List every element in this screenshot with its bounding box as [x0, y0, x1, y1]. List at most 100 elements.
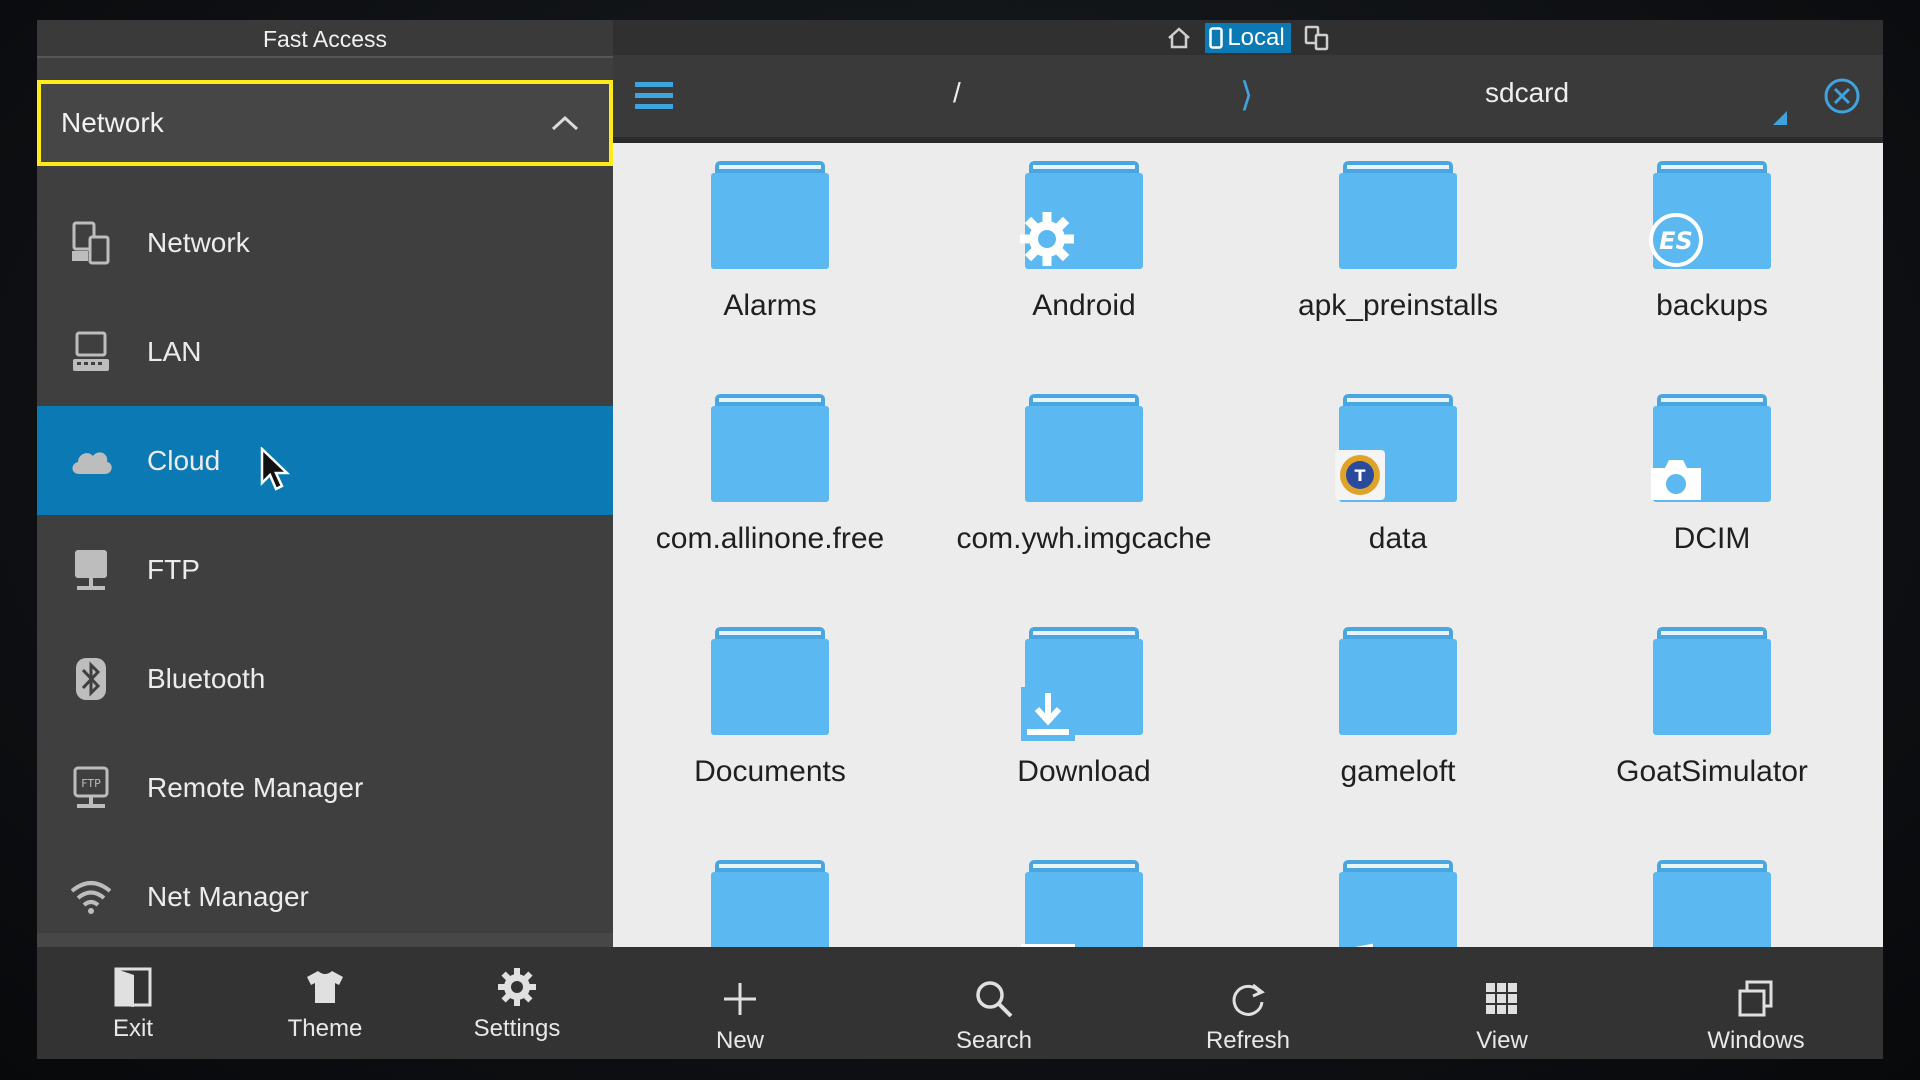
folder-item[interactable]: Android [927, 143, 1241, 343]
exit-button[interactable]: Exit [37, 947, 229, 1059]
folder-name: com.ywh.imgcache [956, 522, 1212, 555]
folder-icon [1020, 157, 1145, 273]
settings-button[interactable]: Settings [421, 947, 613, 1059]
network-menu: Network LAN Cloud FTP Bluetooth FTP Remo… [37, 188, 613, 951]
folder-name: Android [1032, 289, 1136, 322]
es-file-explorer-screen: Fast Access Network Network LAN Cloud FT… [37, 20, 1883, 1059]
theme-label: Theme [287, 1015, 363, 1042]
folder-item[interactable]: GoatSimulator [1555, 609, 1869, 809]
menu-item-cloud[interactable]: Cloud [37, 406, 613, 515]
folder-name: Alarms [723, 289, 817, 322]
menu-item-label: Net Manager [147, 880, 309, 912]
path-root[interactable]: / [953, 77, 961, 109]
grid-view-icon [1478, 975, 1526, 1023]
network-devices-icon[interactable] [1303, 24, 1331, 52]
phone-icon [1209, 26, 1224, 49]
folder-item[interactable]: ES backups [1555, 143, 1869, 343]
folder-item[interactable]: DCIM [1555, 376, 1869, 576]
menu-item-ftp[interactable]: FTP [37, 515, 613, 624]
svg-text:ES: ES [1659, 227, 1693, 255]
exit-icon [109, 963, 157, 1011]
mouse-cursor-icon [260, 446, 292, 498]
new-label: New [715, 1026, 764, 1054]
folder-name: Download [1017, 755, 1151, 788]
menu-item-label: Cloud [147, 444, 221, 476]
windows-button[interactable]: Windows [1629, 970, 1883, 1059]
folder-icon [1337, 623, 1459, 739]
folder-item[interactable]: Tdata [1241, 376, 1555, 576]
folder-name: gameloft [1340, 755, 1456, 788]
cloud-icon [67, 437, 115, 485]
plus-icon [716, 975, 764, 1023]
folder-item[interactable]: Download [927, 609, 1241, 809]
camera-badge-icon [1647, 456, 1705, 509]
folder-item[interactable]: gameloft [1241, 609, 1555, 809]
windows-label: Windows [1707, 1026, 1805, 1054]
folder-item[interactable]: com.ywh.imgcache [927, 376, 1241, 576]
fast-access-drawer: Fast Access Network Network LAN Cloud FT… [37, 20, 613, 1059]
file-browser-panel: Local / ⟩ sdcard Alarms Android apk_preins… [613, 20, 1883, 1059]
home-icon[interactable] [1165, 24, 1193, 52]
remote-manager-icon: FTP [67, 764, 115, 812]
folder-icon [1651, 390, 1773, 506]
folder-icon [1021, 623, 1145, 741]
refresh-button[interactable]: Refresh [1121, 970, 1375, 1059]
gear-badge-icon [1017, 209, 1077, 274]
path-separator-icon: ⟩ [1240, 76, 1254, 114]
menu-item-bluetooth[interactable]: Bluetooth [37, 624, 613, 733]
folder-name: GoatSimulator [1616, 755, 1808, 788]
folder-grid: Alarms Android apk_preinstalls ES backups com… [613, 143, 1883, 970]
folder-item[interactable]: com.allinone.free [613, 376, 927, 576]
network-icon [67, 219, 115, 267]
drawer-toolbar: Exit Theme Settings [37, 947, 613, 1059]
menu-item-label: Bluetooth [147, 662, 266, 694]
search-button[interactable]: Search [867, 970, 1121, 1059]
folder-icon [1023, 390, 1145, 506]
search-icon [970, 975, 1018, 1023]
download-badge-icon [1019, 685, 1077, 748]
refresh-icon [1224, 975, 1272, 1023]
folder-name: com.allinone.free [655, 522, 885, 555]
chevron-up-icon [535, 93, 595, 153]
local-tab[interactable]: Local [1205, 22, 1291, 53]
lan-icon [67, 328, 115, 376]
folder-item[interactable]: Alarms [613, 143, 927, 343]
folder-name: data [1368, 522, 1428, 555]
menu-item-label: Remote Manager [147, 771, 364, 803]
folder-name: DCIM [1673, 522, 1751, 555]
menu-item-label: FTP [147, 553, 200, 585]
main-toolbar: New Search Refresh View Windows [613, 970, 1883, 1059]
new-button[interactable]: New [613, 970, 867, 1059]
path-bar: / ⟩ sdcard [613, 55, 1883, 140]
path-current[interactable]: sdcard [1485, 77, 1569, 109]
folder-item[interactable]: apk_preinstalls [1241, 143, 1555, 343]
search-label: Search [955, 1026, 1033, 1054]
menu-item-label: LAN [147, 335, 202, 367]
folder-name: apk_preinstalls [1297, 289, 1499, 322]
local-tab-label: Local [1227, 23, 1285, 51]
view-label: View [1476, 1026, 1528, 1054]
menu-item-label: Network [147, 226, 250, 258]
view-button[interactable]: View [1375, 970, 1629, 1059]
network-section-header[interactable]: Network [37, 80, 613, 166]
menu-item-lan[interactable]: LAN [37, 297, 613, 406]
folder-name: Documents [694, 755, 846, 788]
wifi-icon [67, 873, 115, 921]
svg-text:FTP: FTP [81, 777, 101, 790]
hamburger-menu-icon[interactable] [635, 81, 673, 116]
close-icon[interactable] [1823, 77, 1861, 120]
drawer-title: Fast Access [37, 20, 613, 58]
menu-item-network[interactable]: Network [37, 188, 613, 297]
drawer-divider [37, 933, 613, 947]
svg-text:T: T [1355, 466, 1366, 485]
path-dropdown-icon[interactable] [1773, 111, 1787, 125]
window-tabs-bar: Local [613, 20, 1883, 55]
theme-button[interactable]: Theme [229, 947, 421, 1059]
tshirt-icon [301, 963, 349, 1011]
ftp-icon [67, 546, 115, 594]
folder-item[interactable]: Documents [613, 609, 927, 809]
folder-icon [1337, 157, 1459, 273]
folder-icon: ES [1649, 157, 1773, 273]
menu-item-remote-manager[interactable]: FTP Remote Manager [37, 733, 613, 842]
section-header-label: Network [61, 107, 164, 138]
